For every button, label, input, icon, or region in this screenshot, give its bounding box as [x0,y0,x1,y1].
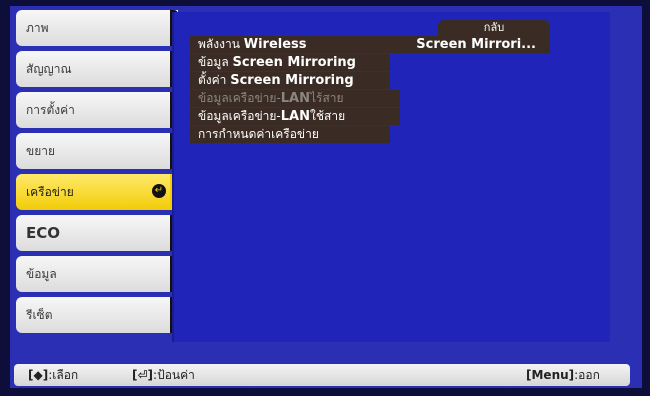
item-prefix: การกำหนดค่าเครือข่าย [198,127,319,141]
enter-icon: ↵ [152,184,166,198]
item-value: Screen Mirrori... [416,37,536,52]
exit-label: :ออก [574,368,600,382]
select-key: [◆] [28,368,49,382]
menu-item-reset[interactable]: รีเซ็ต [16,297,178,333]
submenu-item-wireless-power[interactable]: พลังงาน Wireless Screen Mirrori... [190,36,550,53]
main-menu: ภาพ สัญญาณ การตั้งค่า ขยาย เครือข่าย ↵ E… [16,10,178,350]
submenu-item-network-config[interactable]: การกำหนดค่าเครือข่าย [190,126,390,143]
menu-item-label: รีเซ็ต [26,307,53,322]
item-prefix: พลังงาน [198,37,244,51]
submenu-item-wireless-lan-info: ข้อมูลเครือข่าย-LANไร้สาย [190,90,400,107]
item-bold: LAN [280,91,310,106]
item-prefix: ตั้งค่า [198,73,231,87]
item-bold: Screen Mirroring [230,73,354,88]
menu-item-settings[interactable]: การตั้งค่า [16,92,178,128]
item-suffix: ไร้สาย [310,91,344,105]
item-bold: Screen Mirroring [232,55,356,70]
menu-item-label: ภาพ [26,20,49,35]
item-prefix: ข้อมูล [198,55,233,69]
exit-hint: [Menu]:ออก [526,364,600,386]
menu-item-signal[interactable]: สัญญาณ [16,51,178,87]
enter-key: [⏎] [132,368,154,382]
menu-item-label: ECO [26,224,61,242]
back-button[interactable]: กลับ [438,20,550,36]
menu-item-info[interactable]: ข้อมูล [16,256,178,292]
submenu-item-screen-mirroring-info[interactable]: ข้อมูล Screen Mirroring [190,54,390,71]
submenu-item-screen-mirroring-settings[interactable]: ตั้งค่า Screen Mirroring [190,72,390,89]
select-hint: [◆]:เลือก [28,364,78,386]
menu-item-label: ข้อมูล [26,266,57,281]
item-suffix: ใช้สาย [310,109,346,123]
item-prefix: ข้อมูลเครือข่าย- [198,91,281,105]
enter-label: :ป้อนค่า [153,368,195,382]
submenu-item-wired-lan-info[interactable]: ข้อมูลเครือข่าย-LANใช้สาย [190,108,400,125]
select-label: :เลือก [48,368,79,382]
menu-item-label: เครือข่าย [26,184,74,199]
enter-hint: [⏎]:ป้อนค่า [132,364,195,386]
menu-item-label: สัญญาณ [26,61,72,76]
exit-key: [Menu] [526,368,575,382]
menu-item-eco[interactable]: ECO [16,215,178,251]
item-bold: LAN [280,109,310,124]
menu-item-label: ขยาย [26,143,56,158]
menu-item-label: การตั้งค่า [26,102,75,117]
hint-bar: [◆]:เลือก [⏎]:ป้อนค่า [Menu]:ออก [14,364,630,386]
menu-item-network[interactable]: เครือข่าย ↵ [16,174,178,210]
menu-item-image[interactable]: ภาพ [16,10,178,46]
item-prefix: ข้อมูลเครือข่าย- [198,109,281,123]
menu-item-extended[interactable]: ขยาย [16,133,178,169]
item-bold: Wireless [243,37,307,52]
